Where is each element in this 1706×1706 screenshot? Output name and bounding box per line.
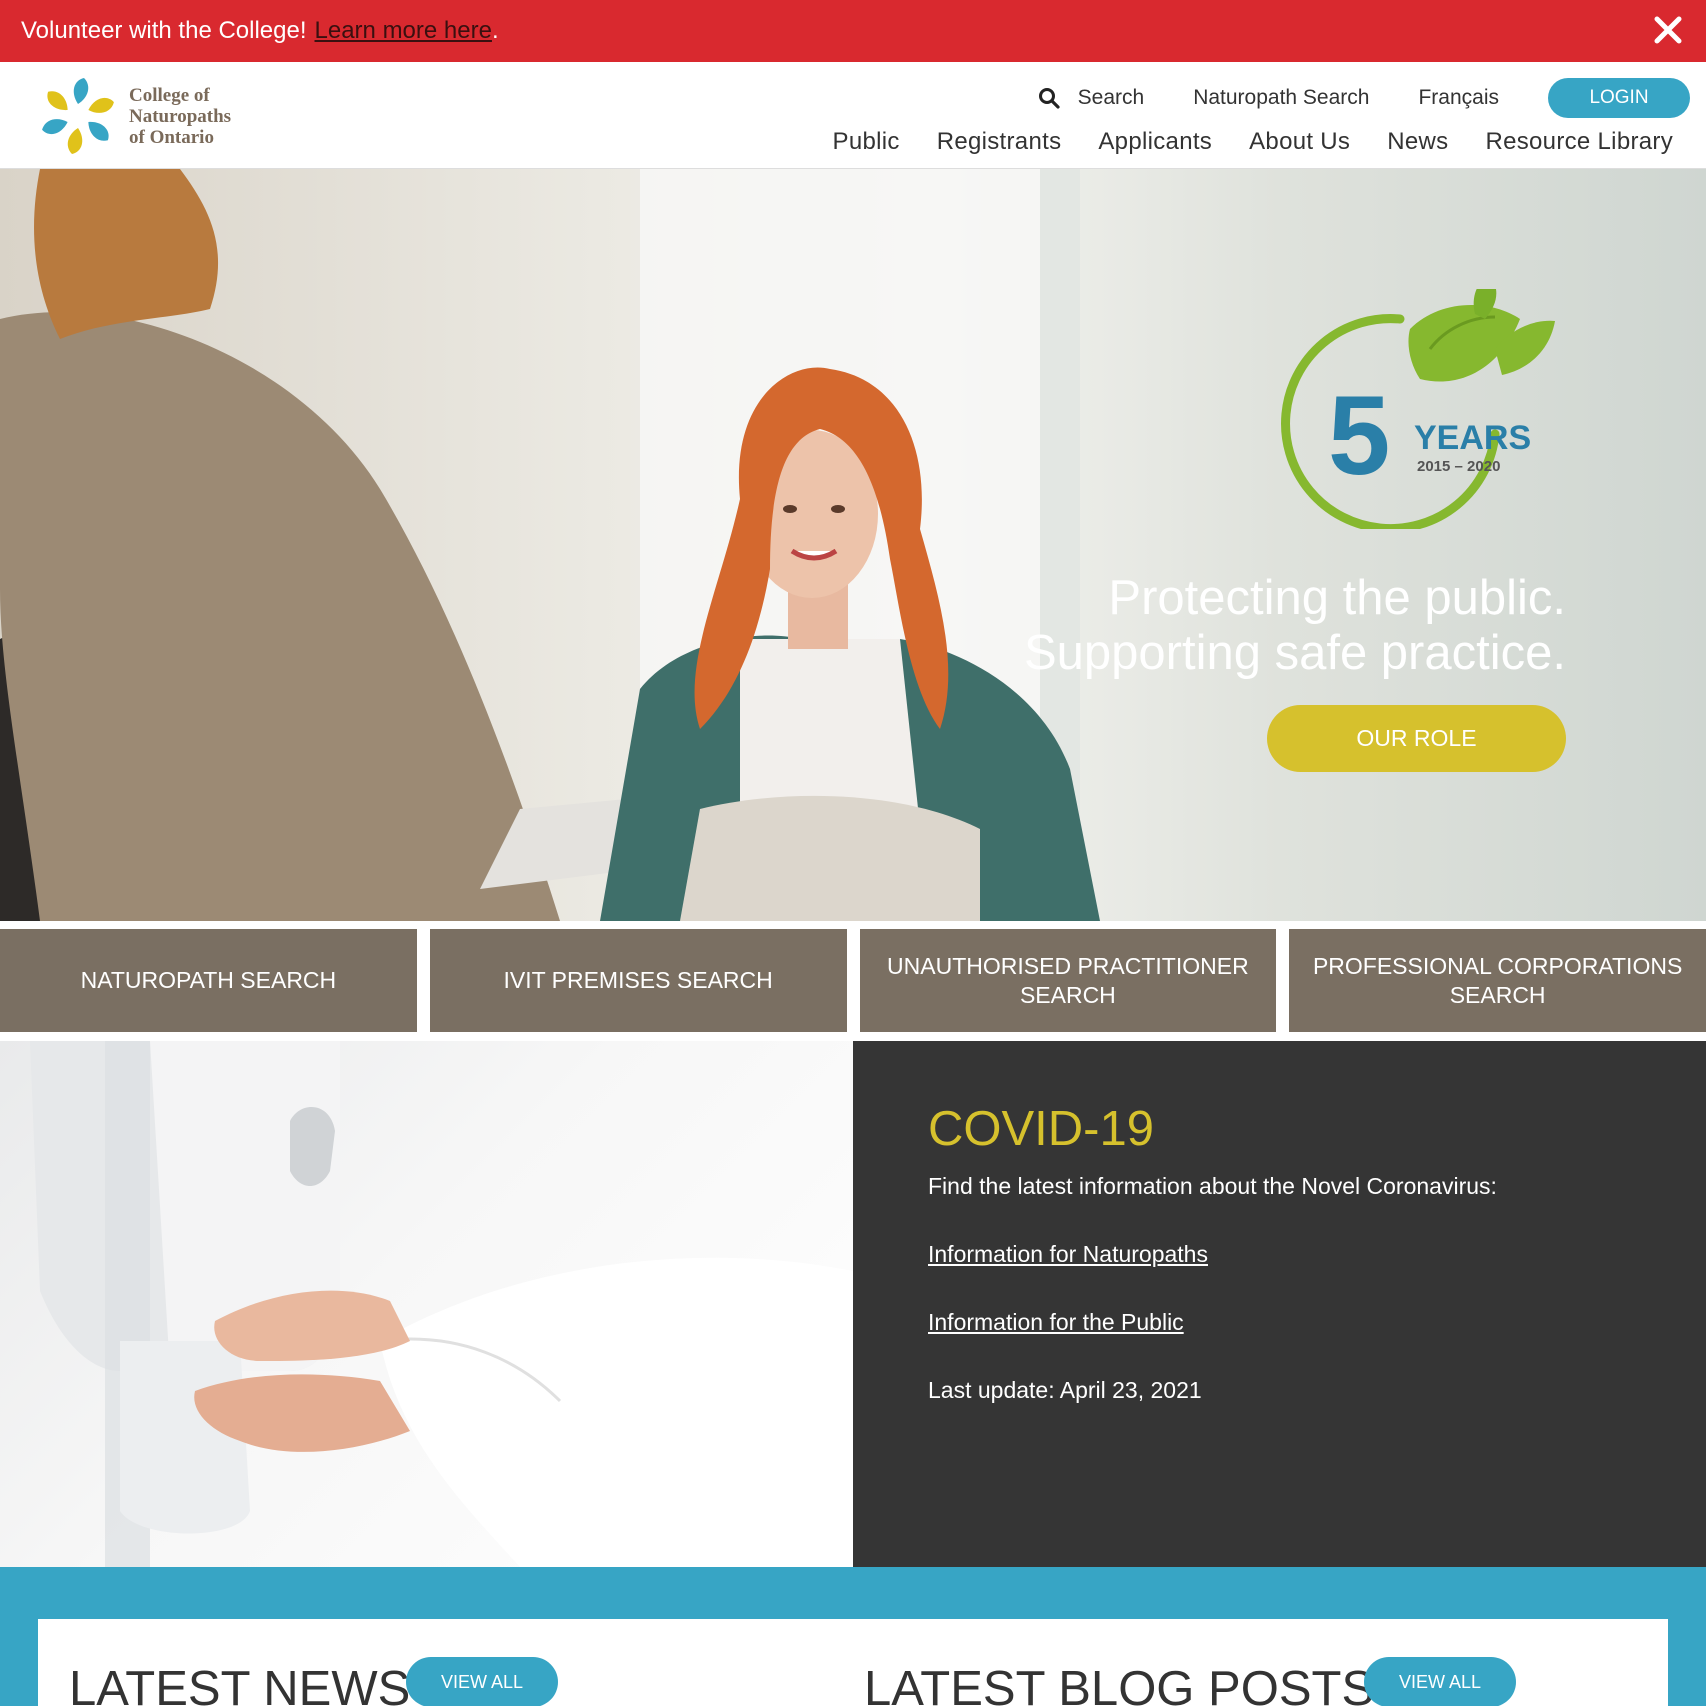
tagline-line-2: Supporting safe practice. xyxy=(1023,626,1566,680)
close-icon[interactable] xyxy=(1652,14,1684,46)
utility-nav: Search Naturopath Search Français LOGIN xyxy=(1038,78,1690,118)
search-link[interactable]: Search xyxy=(1038,86,1145,110)
nav-item-resource-library[interactable]: Resource Library xyxy=(1485,128,1673,156)
covid-section: COVID-19 Find the latest information abo… xyxy=(853,1041,1706,1567)
main-nav: Public Registrants Applicants About Us N… xyxy=(796,128,1673,156)
five-years-badge-icon: 5 YEARS 2015 – 2020 xyxy=(1281,289,1555,529)
login-button[interactable]: LOGIN xyxy=(1548,78,1690,118)
covid-title: COVID-19 xyxy=(928,1102,1155,1156)
alert-banner: Volunteer with the College! Learn more h… xyxy=(0,0,1706,62)
site-header: College of Naturopaths of Ontario Search… xyxy=(0,62,1706,169)
hero-photo xyxy=(0,169,1100,921)
latest-panel: LATEST NEWS VIEW ALL LATEST BLOG POSTS V… xyxy=(38,1619,1668,1706)
tile-unauthorised-practitioner-search[interactable]: UNAUTHORISED PRACTITIONER SEARCH xyxy=(859,929,1277,1032)
tile-professional-corporations-search[interactable]: PROFESSIONAL CORPORATIONS SEARCH xyxy=(1289,929,1706,1032)
covid-photo xyxy=(0,1041,853,1567)
nav-item-public[interactable]: Public xyxy=(833,128,900,156)
alert-suffix: . xyxy=(491,17,499,44)
logo-wordmark: College of Naturopaths of Ontario xyxy=(129,85,231,148)
our-role-button[interactable]: OUR ROLE xyxy=(1267,705,1566,772)
tile-naturopath-search[interactable]: NATUROPATH SEARCH xyxy=(0,929,417,1032)
language-toggle-link[interactable]: Français xyxy=(1418,86,1499,110)
naturopath-search-link[interactable]: Naturopath Search xyxy=(1193,86,1369,110)
blog-view-all-button[interactable]: VIEW ALL xyxy=(1364,1657,1516,1706)
search-tiles: NATUROPATH SEARCH IVIT PREMISES SEARCH U… xyxy=(0,929,1706,1032)
logo-line-3: of Ontario xyxy=(129,126,214,148)
news-view-all-button[interactable]: VIEW ALL xyxy=(406,1657,558,1706)
hand-sanitizer-photo xyxy=(30,1041,853,1567)
nav-item-about-us[interactable]: About Us xyxy=(1249,128,1350,156)
search-icon xyxy=(1038,88,1060,109)
latest-blog-heading: LATEST BLOG POSTS xyxy=(864,1662,1375,1706)
badge-years: YEARS xyxy=(1414,419,1531,457)
info-public-link[interactable]: Information for the Public xyxy=(928,1309,1184,1336)
info-naturopaths-link[interactable]: Information for Naturopaths xyxy=(928,1241,1208,1268)
logo-line-2: Naturopaths xyxy=(129,105,232,127)
alert-learn-more-link[interactable]: Learn more here xyxy=(315,17,492,45)
site-logo[interactable]: College of Naturopaths of Ontario xyxy=(37,72,267,160)
nav-item-news[interactable]: News xyxy=(1387,128,1448,156)
nav-item-registrants[interactable]: Registrants xyxy=(937,128,1062,156)
tile-ivit-premises-search[interactable]: IVIT PREMISES SEARCH xyxy=(429,929,847,1032)
hero-banner: 5 YEARS 2015 – 2020 Protecting the publi… xyxy=(0,169,1706,921)
badge-range: 2015 – 2020 xyxy=(1417,458,1500,475)
logo-line-1: College of xyxy=(129,84,210,106)
hero-tagline: Protecting the public. Supporting safe p… xyxy=(1024,571,1566,681)
covid-intro: Find the latest information about the No… xyxy=(928,1173,1497,1199)
badge-number: 5 xyxy=(1328,373,1390,498)
search-label: Search xyxy=(1077,86,1145,109)
tagline-line-1: Protecting the public. xyxy=(1108,571,1566,625)
latest-news-heading: LATEST NEWS xyxy=(69,1662,411,1706)
nav-item-applicants[interactable]: Applicants xyxy=(1098,128,1212,156)
covid-last-update: Last update: April 23, 2021 xyxy=(928,1377,1202,1403)
logo-flower-icon xyxy=(42,78,114,154)
alert-text: Volunteer with the College! xyxy=(21,17,307,44)
latest-section: LATEST NEWS VIEW ALL LATEST BLOG POSTS V… xyxy=(0,1567,1706,1706)
